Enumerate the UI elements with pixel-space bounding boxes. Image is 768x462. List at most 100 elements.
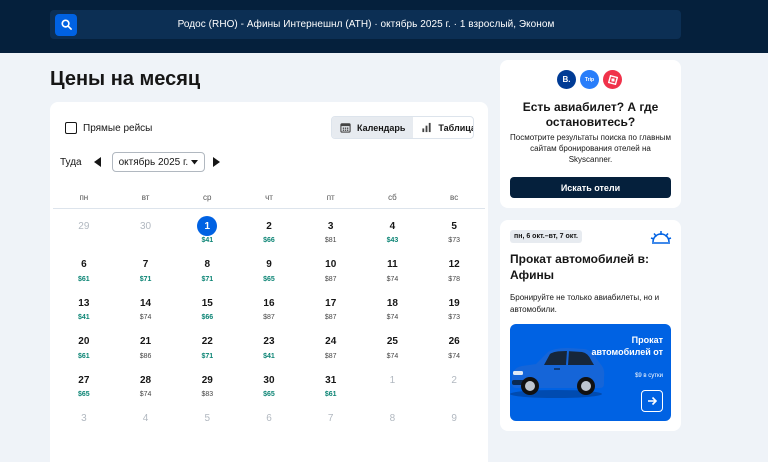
day-number: 22 — [201, 336, 213, 347]
calendar-day: 30 — [115, 216, 177, 255]
day-number: 14 — [140, 297, 152, 309]
day-price: $74 — [139, 391, 152, 398]
day-price: $41 — [263, 352, 275, 360]
price-calendar-card: Прямые рейсы Календарь Таблица Туда октя… — [50, 102, 488, 462]
calendar-day[interactable]: 31 $61 — [300, 370, 362, 409]
calendar-day[interactable]: 29 $83 — [176, 370, 238, 409]
day-number: 4 — [389, 220, 396, 232]
hotel-logo-icon — [603, 70, 622, 89]
calendar-day[interactable]: 5 $73 — [423, 216, 485, 255]
day-price: $81 — [324, 237, 337, 244]
calendar-day: 4 — [115, 409, 177, 448]
calendar-day[interactable]: 23 $41 — [238, 332, 300, 371]
day-price: $66 — [263, 237, 275, 244]
day-number: 7 — [327, 413, 334, 424]
page-title: Цены на месяц — [50, 68, 201, 90]
calendar-day[interactable]: 30 $65 — [238, 370, 300, 409]
calendar-day[interactable]: 16 $87 — [238, 293, 300, 332]
calendar-day[interactable]: 17 $87 — [300, 293, 362, 332]
search-summary-text[interactable]: Родос (RHO) - Афины Интернешнл (ATH) · о… — [77, 19, 681, 30]
car-rental-title: Прокат автомобилей в: Афины — [510, 252, 650, 282]
day-number: 29 — [78, 220, 90, 232]
calendar-day[interactable]: 21 $86 — [115, 332, 177, 371]
calendar-day[interactable]: 10 $87 — [300, 255, 362, 294]
day-price: $74 — [386, 314, 399, 321]
calendar-day: 3 — [53, 409, 115, 448]
day-number: 2 — [451, 374, 457, 386]
car-promo-price: $9 в сутки — [635, 373, 663, 379]
car-promo-text: Прокат автомобилей от — [591, 335, 663, 357]
weekday-label: пт — [326, 193, 335, 202]
calendar-view-button[interactable]: Календарь — [332, 117, 414, 138]
weekday-label: вс — [450, 193, 459, 202]
search-button[interactable] — [55, 13, 77, 36]
weekday-label: пн — [79, 193, 89, 202]
day-price: $66 — [201, 314, 214, 321]
calendar-day[interactable]: 14 $74 — [115, 293, 177, 332]
calendar-day[interactable]: 2 $66 — [238, 216, 300, 255]
chevron-down-icon — [190, 159, 198, 164]
car-rental-banner[interactable]: Прокат автомобилей от $9 в сутки — [510, 324, 671, 421]
calendar-day[interactable]: 9 $65 — [238, 255, 300, 294]
top-navigation-bar: Родос (RHO) - Афины Интернешнл (ATH) · о… — [0, 0, 768, 53]
day-number: 30 — [263, 374, 275, 386]
trip-logo-icon: Trip — [580, 70, 599, 89]
month-select[interactable]: октябрь 2025 г. — [111, 152, 205, 172]
calendar-day[interactable]: 24 $87 — [300, 332, 362, 371]
day-number: 11 — [387, 259, 398, 270]
weekday-header: пн вт ср чт пт сб вс — [53, 193, 485, 202]
calendar-view-label: Календарь — [357, 122, 406, 133]
day-price: $74 — [448, 352, 460, 360]
direct-flights-filter[interactable]: Прямые рейсы — [65, 122, 152, 134]
calendar-day[interactable]: 19 $73 — [423, 293, 485, 332]
day-price: $41 — [201, 237, 214, 244]
calendar-day[interactable]: 11 $74 — [362, 255, 424, 294]
day-price: $74 — [386, 352, 399, 360]
next-month-button[interactable] — [212, 157, 221, 167]
calendar-day[interactable]: 3 $81 — [300, 216, 362, 255]
day-price: $65 — [263, 275, 275, 283]
calendar-day[interactable]: 4 $43 — [362, 216, 424, 255]
day-number: 30 — [140, 220, 152, 232]
calendar-day: 9 — [423, 409, 485, 448]
day-number: 25 — [386, 336, 398, 347]
calendar-day[interactable]: 12 $78 — [423, 255, 485, 294]
day-number: 31 — [325, 374, 337, 386]
calendar-day[interactable]: 18 $74 — [362, 293, 424, 332]
day-number: 8 — [389, 413, 396, 424]
day-number: 16 — [263, 297, 275, 309]
calendar-day[interactable]: 6 $61 — [53, 255, 115, 294]
calendar-day[interactable]: 25 $74 — [362, 332, 424, 371]
calendar-day[interactable]: 13 $41 — [53, 293, 115, 332]
calendar-day[interactable]: 28 $74 — [115, 370, 177, 409]
calendar-day[interactable]: 20 $61 — [53, 332, 115, 371]
arrow-right-icon — [648, 396, 657, 406]
calendar-day[interactable]: 26 $74 — [423, 332, 485, 371]
search-summary-bar[interactable]: Родос (RHO) - Афины Интернешнл (ATH) · о… — [50, 10, 681, 39]
direct-flights-checkbox[interactable] — [65, 122, 77, 134]
day-price: $74 — [386, 275, 399, 283]
calendar-day[interactable]: 1 $41 — [176, 216, 238, 255]
calendar-day[interactable]: 7 $71 — [115, 255, 177, 294]
previous-month-button[interactable] — [93, 157, 102, 167]
day-number: 7 — [142, 259, 149, 270]
day-price: $61 — [78, 352, 90, 360]
direction-label: Туда — [60, 156, 82, 168]
day-price: $86 — [139, 352, 152, 360]
calendar-day[interactable]: 22 $71 — [176, 332, 238, 371]
calendar-day[interactable]: 8 $71 — [176, 255, 238, 294]
hotels-card-title: Есть авиабилет? А где остановитесь? — [522, 100, 659, 129]
search-hotels-button[interactable]: Искать отели — [510, 177, 671, 198]
day-price: $78 — [448, 275, 460, 283]
day-number: 2 — [266, 220, 272, 232]
skyscanner-logo-icon — [650, 231, 672, 244]
day-number: 9 — [266, 259, 272, 270]
table-view-button[interactable]: Таблица — [413, 117, 474, 138]
day-price: $65 — [263, 391, 275, 398]
calendar-day[interactable]: 15 $66 — [176, 293, 238, 332]
day-price: $87 — [324, 314, 337, 321]
table-view-label: Таблица — [438, 122, 474, 133]
day-number: 3 — [327, 220, 334, 232]
calendar-day[interactable]: 27 $65 — [53, 370, 115, 409]
car-promo-arrow-button[interactable] — [641, 390, 663, 412]
